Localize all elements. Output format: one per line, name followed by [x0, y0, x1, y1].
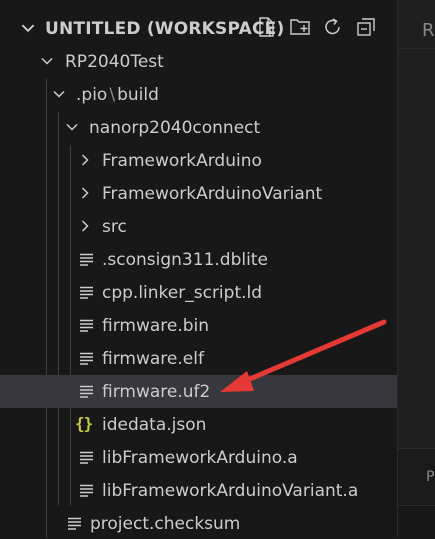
tree-item-file[interactable]: {} idedata.json	[0, 408, 397, 441]
tree-item-label: firmware.bin	[102, 316, 210, 336]
file-lines-icon	[80, 319, 93, 332]
tree-item-label: firmware.elf	[102, 349, 204, 369]
tree-item-folder[interactable]: FrameworkArduino	[0, 144, 397, 177]
tree-item-label: src	[102, 217, 127, 237]
file-lines-icon	[80, 253, 93, 266]
tree-item-label: project.checksum	[90, 514, 241, 534]
tree-item-label: FrameworkArduinoVariant	[102, 184, 323, 204]
tree-item-folder[interactable]: src	[0, 210, 397, 243]
file-lines-icon	[80, 451, 93, 464]
tree-item-file[interactable]: .sconsign311.dblite	[0, 243, 397, 276]
tree-item-label: firmware.uf2	[102, 382, 211, 402]
tree-item-file-selected[interactable]: firmware.uf2	[0, 375, 397, 408]
tree-item-file[interactable]: libFrameworkArduinoVariant.a	[0, 474, 397, 507]
tree-item-file[interactable]: firmware.bin	[0, 309, 397, 342]
tree-item-board[interactable]: nanorp2040connect	[0, 111, 397, 144]
tree-item-folder[interactable]: FrameworkArduinoVariant	[0, 177, 397, 210]
tree-item-pio-build[interactable]: .pio \ build	[0, 78, 397, 111]
tree-item-label: .pio \ build	[76, 85, 159, 105]
panel-label: P	[426, 469, 435, 485]
explorer-panel: UNTITLED (WORKSPACE) RP2040Test .pio \ b…	[0, 0, 397, 538]
tree-item-label: RP2040Test	[65, 52, 164, 72]
chevron-down-icon[interactable]	[19, 19, 37, 37]
tree-item-label: idedata.json	[102, 415, 207, 435]
tree-item-file[interactable]: libFrameworkArduino.a	[0, 441, 397, 474]
tree-item-file[interactable]: firmware.elf	[0, 342, 397, 375]
file-lines-icon	[80, 385, 93, 398]
path-separator: \	[109, 85, 116, 105]
editor-tab-label: R	[422, 20, 435, 41]
json-braces-icon: {}	[75, 414, 93, 433]
editor-tab[interactable]: R	[398, 0, 435, 49]
refresh-icon[interactable]	[322, 16, 344, 38]
tree-item-label: nanorp2040connect	[89, 118, 261, 138]
chevron-right-icon	[81, 154, 89, 166]
pio-folder-label[interactable]: .pio	[76, 85, 107, 105]
tree-item-label: cpp.linker_script.ld	[102, 283, 263, 303]
file-lines-icon	[80, 484, 93, 497]
tree-item-file[interactable]: project.checksum	[0, 507, 397, 538]
tree-item-label: FrameworkArduino	[102, 151, 262, 171]
tree-item-label: libFrameworkArduinoVariant.a	[102, 481, 359, 501]
new-file-icon[interactable]	[256, 16, 278, 38]
workspace-header[interactable]: UNTITLED (WORKSPACE)	[0, 10, 397, 46]
tree-item-label: .sconsign311.dblite	[102, 250, 268, 270]
chevron-down-icon	[66, 123, 78, 131]
workspace-title: UNTITLED (WORKSPACE)	[45, 19, 285, 39]
chevron-right-icon	[81, 220, 89, 232]
tree-item-label: libFrameworkArduino.a	[102, 448, 298, 468]
explorer-actions	[256, 16, 377, 40]
file-name: sconsign311.dblite	[107, 250, 268, 270]
file-lines-icon	[80, 352, 93, 365]
chevron-right-icon	[81, 187, 89, 199]
chevron-down-icon	[41, 57, 53, 65]
tree-item-root[interactable]: RP2040Test	[0, 45, 397, 78]
new-folder-icon[interactable]	[289, 16, 311, 38]
build-folder-label[interactable]: build	[117, 85, 159, 105]
file-lines-icon	[68, 517, 81, 530]
chevron-down-icon	[53, 90, 65, 98]
editor-area-edge: R P	[397, 0, 435, 539]
panel-lower-area	[398, 505, 435, 539]
tree-item-file[interactable]: cpp.linker_script.ld	[0, 276, 397, 309]
collapse-all-icon[interactable]	[355, 16, 377, 38]
file-lines-icon	[80, 286, 93, 299]
